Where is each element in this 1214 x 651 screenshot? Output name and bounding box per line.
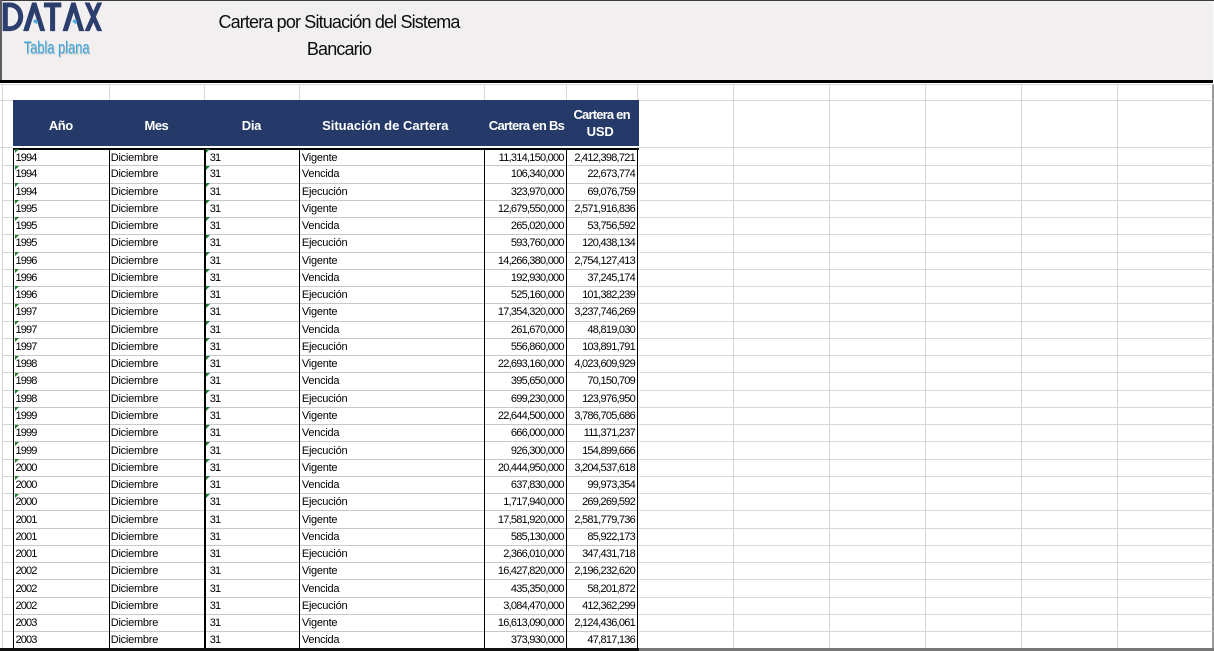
svg-text:Tabla plana: Tabla plana — [24, 38, 90, 58]
